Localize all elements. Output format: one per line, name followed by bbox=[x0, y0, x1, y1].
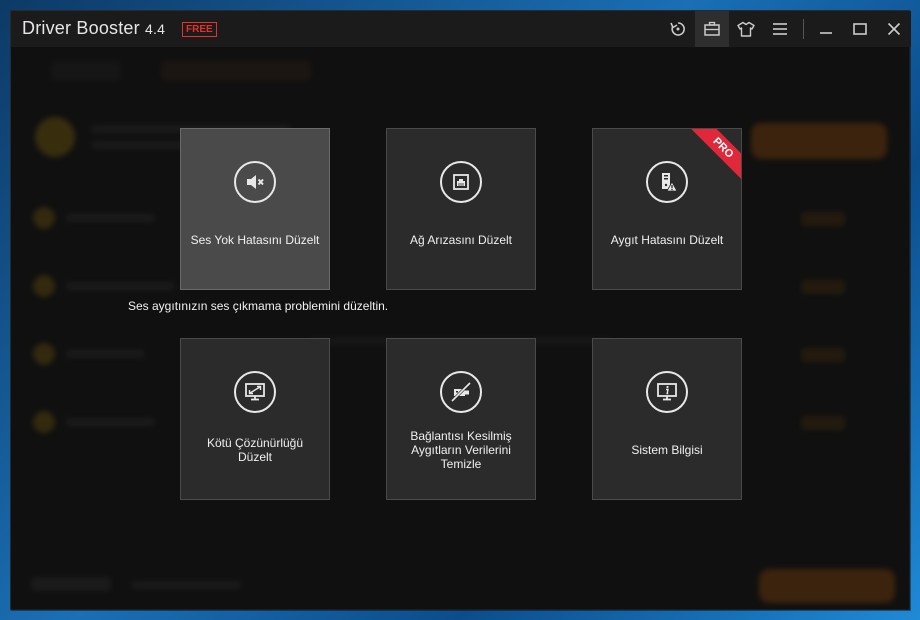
tool-tile-disconnected-devices[interactable]: Bağlantısı Kesilmiş Aygıtların Verilerin… bbox=[386, 338, 536, 500]
tool-tile-device-error[interactable]: PRO Aygıt Hatasını Düzelt bbox=[592, 128, 742, 290]
tool-label: Bağlantısı Kesilmiş Aygıtların Verilerin… bbox=[410, 429, 512, 471]
tool-tile-network[interactable]: Ağ Arızasını Düzelt bbox=[386, 128, 536, 290]
toolbox-icon[interactable] bbox=[695, 11, 729, 47]
app-version: 4.4 bbox=[145, 21, 166, 37]
tool-description: Ses aygıtınızın ses çıkmama problemini d… bbox=[128, 299, 389, 313]
tool-label: Aygıt Hatasını Düzelt bbox=[610, 233, 724, 247]
app-title: Driver Booster 4.4 bbox=[22, 18, 166, 38]
edition-badge: FREE bbox=[182, 22, 217, 37]
app-window: Driver Booster 4.4 FREE Ses Yok Hatasını… bbox=[10, 10, 911, 611]
close-icon[interactable] bbox=[877, 11, 911, 47]
title-bar[interactable]: Driver Booster 4.4 FREE bbox=[11, 11, 911, 47]
minimize-icon[interactable] bbox=[809, 11, 843, 47]
tool-label: Kötü Çözünürlüğü Düzelt bbox=[206, 436, 304, 464]
tool-tile-bad-resolution[interactable]: Kötü Çözünürlüğü Düzelt bbox=[180, 338, 330, 500]
skin-icon[interactable] bbox=[729, 11, 763, 47]
toolbar-divider bbox=[803, 19, 804, 39]
tool-label: Sistem Bilgisi bbox=[631, 443, 703, 457]
restore-icon[interactable] bbox=[661, 11, 695, 47]
tool-label: Ses Yok Hatasını Düzelt bbox=[190, 233, 320, 247]
tool-tile-system-info[interactable]: Sistem Bilgisi bbox=[592, 338, 742, 500]
maximize-icon[interactable] bbox=[843, 11, 877, 47]
tool-tile-no-sound[interactable]: Ses Yok Hatasını Düzelt bbox=[180, 128, 330, 290]
menu-icon[interactable] bbox=[763, 11, 797, 47]
tool-label: Ağ Arızasını Düzelt bbox=[409, 233, 513, 247]
